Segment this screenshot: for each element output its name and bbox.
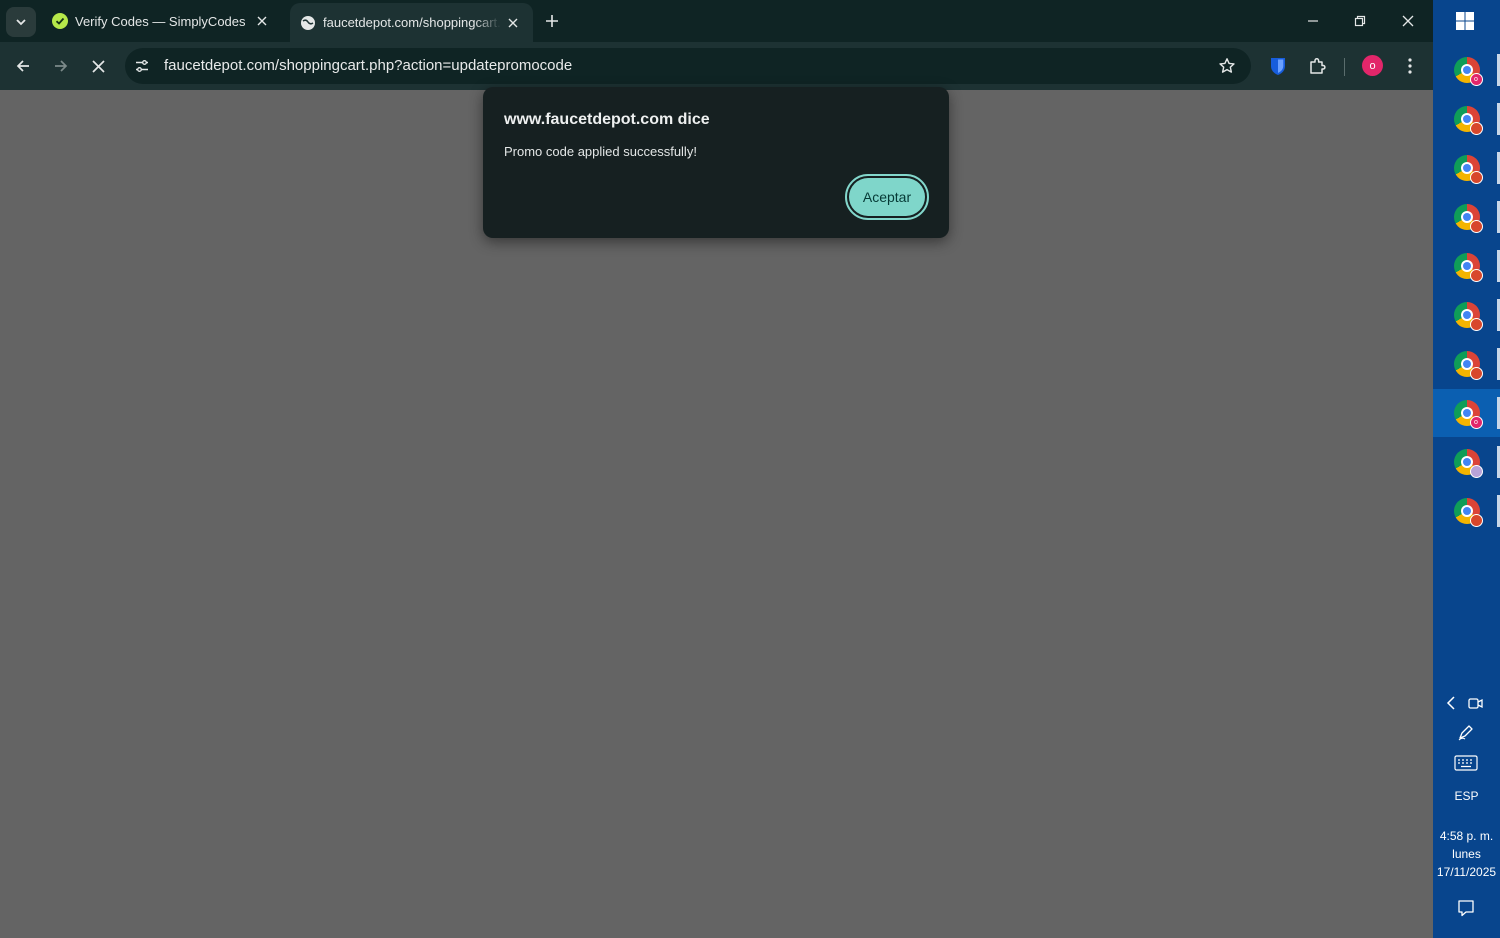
restore-button[interactable] (1337, 0, 1383, 42)
close-icon (1402, 15, 1414, 27)
clock-weekday: lunes (1452, 847, 1481, 861)
meet-now-icon[interactable] (1466, 693, 1486, 713)
close-window-button[interactable] (1385, 0, 1431, 42)
url-text: faucetdepot.com/shoppingcart.php?action=… (164, 57, 573, 74)
language-indicator[interactable]: ESP (1433, 789, 1500, 803)
chrome-icon: o (1453, 57, 1483, 86)
chrome-icon (1453, 449, 1483, 478)
chrome-icon (1453, 155, 1483, 184)
taskbar-chrome-window-6[interactable] (1433, 291, 1500, 339)
close-tab-icon[interactable] (505, 15, 521, 31)
chrome-icon (1453, 498, 1483, 527)
notification-icon (1458, 900, 1474, 917)
taskbar-chrome-window-8[interactable]: o (1433, 389, 1500, 437)
taskbar-chrome-window-3[interactable] (1433, 144, 1500, 192)
toolbar-separator (1344, 58, 1345, 76)
profile-badge: o (1469, 416, 1483, 429)
clock-date: 17/11/2025 (1436, 865, 1497, 879)
profile-badge (1469, 318, 1483, 331)
tab-faucetdepot[interactable]: faucetdepot.com/shoppingcart.php?action=… (290, 3, 533, 42)
profile-avatar[interactable]: o (1362, 55, 1383, 76)
profile-badge (1469, 465, 1483, 478)
stop-loading-button[interactable] (83, 51, 113, 81)
notifications-button[interactable] (1455, 897, 1477, 919)
browser-toolbar: faucetdepot.com/shoppingcart.php?action=… (0, 42, 1433, 90)
globe-icon (300, 15, 316, 31)
bitwarden-shield-icon[interactable] (1266, 54, 1290, 78)
extensions-puzzle-icon[interactable] (1305, 54, 1329, 78)
close-icon (91, 59, 105, 73)
arrow-left-icon (16, 60, 29, 72)
profile-badge (1469, 122, 1483, 135)
chevron-down-icon (16, 19, 26, 26)
site-info-icon[interactable] (133, 57, 151, 75)
arrow-right-icon (55, 60, 68, 72)
new-tab-button[interactable] (541, 10, 563, 32)
tab-simplycodes[interactable]: Verify Codes — SimplyCodes (42, 0, 282, 42)
clock-time[interactable]: 4:58 p. m. (1433, 829, 1500, 843)
profile-badge: o (1469, 73, 1483, 86)
accept-button-label: Aceptar (849, 178, 925, 216)
profile-badge (1469, 220, 1483, 233)
touch-keyboard-icon[interactable] (1452, 753, 1480, 773)
restore-icon (1354, 15, 1366, 27)
tab-strip: Verify Codes — SimplyCodes faucetdepot.c… (0, 0, 1433, 42)
windows-logo-icon (1456, 12, 1474, 30)
chrome-icon (1453, 253, 1483, 282)
dialog-message: Promo code applied successfully! (504, 144, 697, 159)
chevron-left-icon (1446, 696, 1455, 710)
minimize-icon (1308, 20, 1318, 22)
chrome-icon (1453, 351, 1483, 380)
taskbar-chrome-window-7[interactable] (1433, 340, 1500, 388)
dialog-title: www.faucetdepot.com dice (504, 111, 710, 128)
address-bar[interactable]: faucetdepot.com/shoppingcart.php?action=… (125, 48, 1251, 84)
taskbar-chrome-window-2[interactable] (1433, 95, 1500, 143)
chrome-icon (1453, 106, 1483, 135)
profile-badge (1469, 367, 1483, 380)
plus-icon (546, 15, 558, 27)
tab-title: Verify Codes — SimplyCodes (75, 13, 246, 29)
taskbar-chrome-window-4[interactable] (1433, 193, 1500, 241)
windows-start-button[interactable] (1455, 11, 1477, 33)
more-menu-icon[interactable] (1398, 54, 1422, 78)
profile-badge (1469, 171, 1483, 184)
pen-icon[interactable] (1455, 722, 1477, 742)
tab-title: faucetdepot.com/shoppingcart.php?action=… (323, 15, 501, 30)
show-hidden-icons-button[interactable] (1441, 693, 1461, 713)
chrome-icon (1453, 302, 1483, 331)
alert-dialog: www.faucetdepot.com dice Promo code appl… (483, 87, 949, 238)
accept-button[interactable]: Aceptar (845, 174, 929, 220)
taskbar-chrome-window-9[interactable] (1433, 438, 1500, 486)
close-tab-icon[interactable] (254, 13, 270, 29)
profile-badge (1469, 514, 1483, 527)
forward-button[interactable] (46, 51, 76, 81)
chrome-icon: o (1453, 400, 1483, 429)
minimize-button[interactable] (1290, 0, 1336, 42)
windows-taskbar: o o ESP 4:58 p. m. lunes 17/11/2025 (1433, 0, 1500, 938)
bookmark-star-icon[interactable] (1217, 56, 1237, 76)
profile-badge (1469, 269, 1483, 282)
simplycodes-check-icon (52, 13, 68, 29)
chrome-icon (1453, 204, 1483, 233)
taskbar-chrome-window-5[interactable] (1433, 242, 1500, 290)
back-button[interactable] (8, 51, 38, 81)
taskbar-chrome-window-1[interactable]: o (1433, 46, 1500, 94)
tab-search-button[interactable] (6, 7, 36, 37)
taskbar-chrome-window-10[interactable] (1433, 487, 1500, 535)
